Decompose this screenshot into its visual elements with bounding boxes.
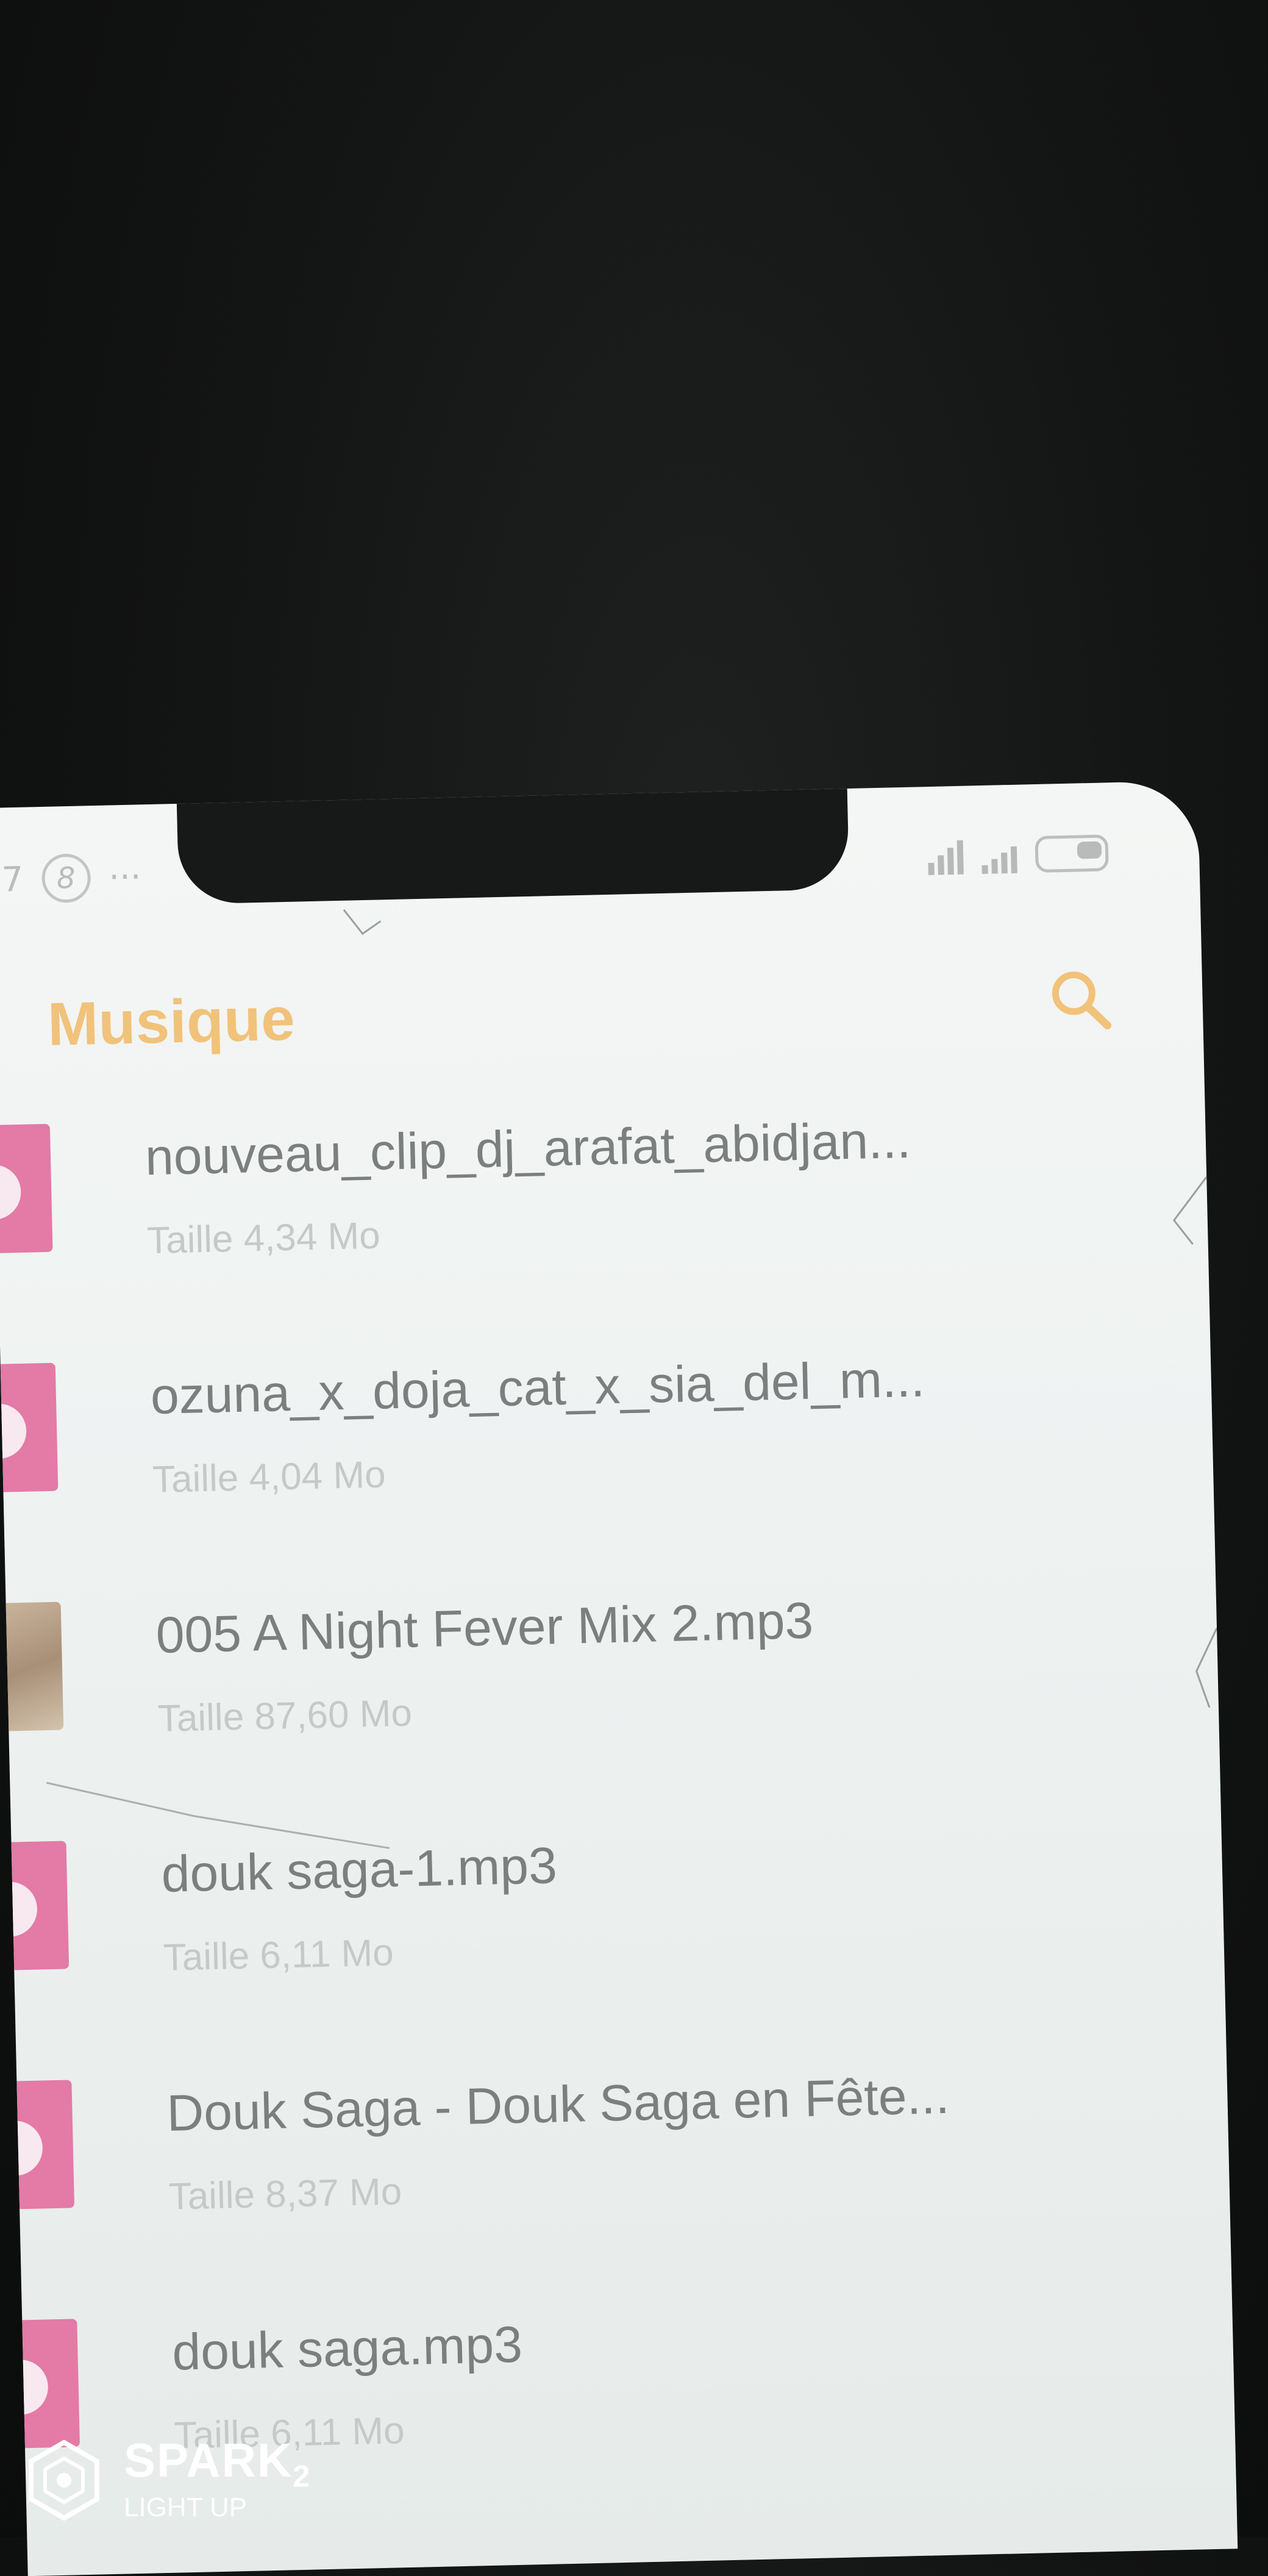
music-list: nouveau_clip_dj_arafat_abidjan... Taille… bbox=[0, 1098, 1238, 2559]
music-thumbnail-icon bbox=[11, 1841, 69, 1970]
list-item[interactable]: 005 A Night Fever Mix 2.mp3 Taille 87,60… bbox=[5, 1576, 1221, 1842]
list-item[interactable]: Douk Saga - Douk Saga en Fête... Taille … bbox=[16, 2053, 1231, 2320]
track-size: Taille 4,04 Mo bbox=[152, 1453, 386, 1501]
track-name: Douk Saga - Douk Saga en Fête... bbox=[166, 2066, 950, 2142]
track-size: Taille 4,34 Mo bbox=[146, 1214, 381, 1262]
list-item[interactable]: douk saga-1.mp3 Taille 6,11 Mo bbox=[11, 1815, 1226, 2081]
page-title: Musique bbox=[46, 984, 296, 1059]
search-icon[interactable] bbox=[1046, 965, 1114, 1034]
status-bar-right bbox=[928, 834, 1109, 876]
notification-badge: 8 bbox=[41, 853, 91, 904]
album-art-thumbnail bbox=[5, 1601, 64, 1731]
track-name: 005 A Night Fever Mix 2.mp3 bbox=[155, 1591, 814, 1664]
track-name: douk saga.mp3 bbox=[171, 2315, 523, 2381]
music-thumbnail-icon bbox=[16, 2080, 75, 2209]
watermark-model: 2 bbox=[293, 2459, 312, 2494]
watermark-tagline: LIGHT UP bbox=[124, 2492, 248, 2522]
track-name: douk saga-1.mp3 bbox=[160, 1836, 558, 1903]
list-item[interactable]: nouveau_clip_dj_arafat_abidjan... Taille… bbox=[0, 1098, 1210, 1364]
watermark-brand: SPARK bbox=[124, 2433, 293, 2487]
signal-icon bbox=[928, 840, 964, 876]
track-name: ozuna_x_doja_cat_x_sia_del_m... bbox=[149, 1350, 925, 1425]
more-notifications-icon: ··· bbox=[108, 856, 142, 898]
status-bar-left: 7 8 ··· bbox=[1, 852, 142, 904]
track-size: Taille 87,60 Mo bbox=[157, 1692, 413, 1741]
music-thumbnail-icon bbox=[22, 2319, 80, 2449]
track-size: Taille 6,11 Mo bbox=[163, 1931, 394, 1979]
spark-logo-icon bbox=[29, 2439, 99, 2521]
phone-screen: 7 8 ··· Musique nouveau_clip_dj_arafat_a… bbox=[0, 780, 1238, 2576]
status-number: 7 bbox=[1, 859, 24, 900]
camera-watermark: SPARK2 LIGHT UP bbox=[21, 2436, 311, 2524]
signal-icon bbox=[981, 846, 1017, 875]
list-item[interactable]: ozuna_x_doja_cat_x_sia_del_m... Taille 4… bbox=[0, 1337, 1216, 1603]
track-size: Taille 8,37 Mo bbox=[168, 2170, 402, 2218]
music-thumbnail-icon bbox=[0, 1362, 59, 1492]
camera-notch bbox=[176, 782, 850, 904]
battery-icon bbox=[1035, 834, 1109, 873]
track-name: nouveau_clip_dj_arafat_abidjan... bbox=[144, 1111, 912, 1186]
music-thumbnail-icon bbox=[0, 1123, 53, 1253]
